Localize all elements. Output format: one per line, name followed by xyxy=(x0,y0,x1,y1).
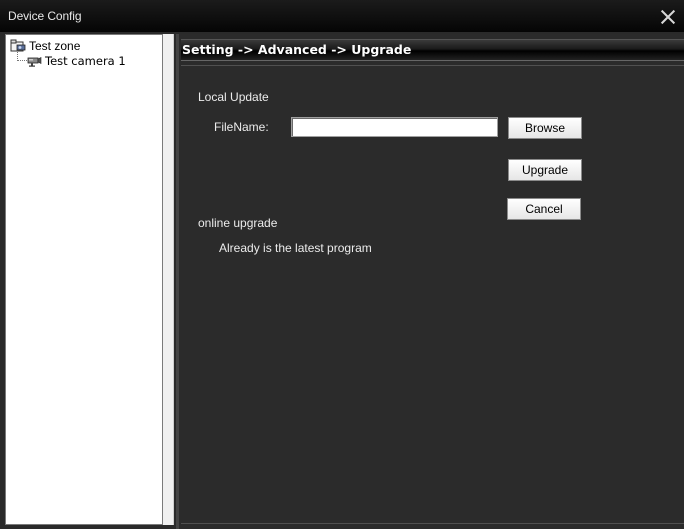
zone-folder-icon xyxy=(10,39,26,52)
online-upgrade-heading: online upgrade xyxy=(198,216,278,230)
filename-input[interactable] xyxy=(291,117,498,137)
upgrade-status-text: Already is the latest program xyxy=(219,241,372,255)
local-update-heading: Local Update xyxy=(198,90,269,104)
browse-button[interactable]: Browse xyxy=(508,117,582,139)
upgrade-button[interactable]: Upgrade xyxy=(508,159,582,181)
breadcrumb: Setting -> Advanced -> Upgrade xyxy=(182,42,412,57)
breadcrumb-bar: Setting -> Advanced -> Upgrade xyxy=(181,39,684,61)
panel-divider xyxy=(176,34,179,529)
device-tree: Test zone Test camera 1 xyxy=(5,34,163,525)
tree-item-label: Test camera 1 xyxy=(45,54,126,68)
close-icon[interactable] xyxy=(660,9,676,25)
title-bar: Device Config xyxy=(0,0,684,32)
camera-icon xyxy=(27,57,42,67)
filename-label: FileName: xyxy=(214,120,269,134)
tree-item-label: Test zone xyxy=(29,39,81,53)
tree-scrollbar-track[interactable] xyxy=(163,34,174,525)
tree-item-test-camera[interactable]: Test camera 1 xyxy=(26,54,126,68)
cancel-button[interactable]: Cancel xyxy=(507,198,581,220)
window-title: Device Config xyxy=(8,9,82,23)
tree-item-test-zone[interactable]: Test zone xyxy=(10,39,80,53)
device-config-window: Device Config Test zone Test camera 1 Se… xyxy=(0,0,684,529)
